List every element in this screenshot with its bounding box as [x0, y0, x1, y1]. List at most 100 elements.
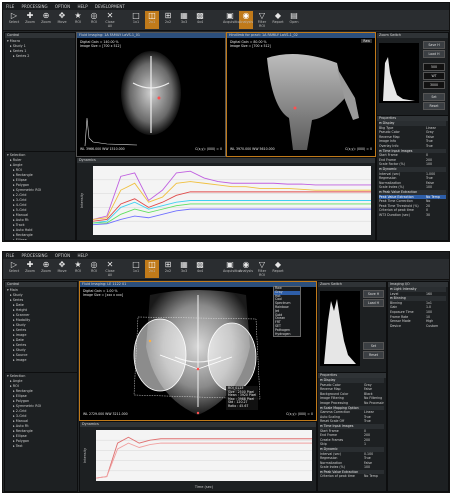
cursor-icon: ▷	[10, 260, 18, 269]
menu-option[interactable]: OPTION	[52, 253, 73, 258]
toolbar-button-grid-1x1[interactable]: □ 1x1	[129, 11, 143, 29]
grid-2x2-icon: ⊞	[164, 260, 172, 269]
y-axis-label: Intensity	[83, 448, 87, 463]
toolbar-button-crosshair[interactable]: ✚ Zoom	[23, 260, 37, 278]
toolbar-button-cursor[interactable]: ▷ Select	[7, 260, 21, 278]
toolbar-button-star[interactable]: ★ ROI	[71, 11, 85, 29]
toolbar-button-crosshair[interactable]: ✚ Zoom	[23, 11, 37, 29]
toolbar-button-filter[interactable]: ▽ Filter ROI	[255, 11, 269, 29]
min-field[interactable]: 500	[423, 63, 445, 71]
toolbar-button-close[interactable]: ✕ Close All	[103, 11, 117, 29]
toolbar-button-grid-2x1[interactable]: ◫ 2x1	[145, 11, 159, 29]
histogram	[379, 43, 419, 103]
property-row[interactable]: Device Custom	[390, 324, 446, 329]
toolbar-label: Select	[8, 20, 20, 24]
palette-option[interactable]: Hydrogen	[274, 332, 300, 337]
save-h-button[interactable]: Save H	[423, 41, 445, 49]
zoom-switch-panel: Zoom Switch Save H Load H Set Reset	[317, 281, 387, 373]
toolbar-button-megaphone[interactable]: ◆ Report	[271, 260, 285, 278]
toolbar: ▷ Select ✚ Zoom ⊕ Zoom ✥ Move ★ ROI ◎ ROI ✕ Close All…	[3, 259, 449, 280]
grid-3x3-icon: ▦	[180, 260, 188, 269]
property-row[interactable]: WT3 Duration (sec) 30	[379, 213, 446, 218]
grid-3x3-icon: ▦	[180, 11, 188, 20]
toolbar-label: ROI	[90, 269, 98, 273]
toolbar-button-camera[interactable]: ▣ Acquisition	[223, 260, 242, 278]
zoom-icon: ⊕	[42, 11, 50, 20]
toolbar-label: 2x2	[164, 20, 172, 24]
toolbar-button-analysis[interactable]: ◉ Analysis	[239, 260, 253, 278]
window-level: WL 2729.000 WW 3211.000	[83, 412, 128, 416]
toolbar-button-grid-3x3[interactable]: ▦ 3x3	[177, 260, 191, 278]
tree-item[interactable]: ▸ Image	[7, 358, 75, 363]
toolbar-label: 1x1	[132, 269, 140, 273]
toolbar-button-zoom[interactable]: ⊕ Zoom	[39, 11, 53, 29]
roi-stat: Ratio : 45.67	[228, 403, 249, 408]
panel-title: Zoom Switch	[318, 282, 386, 287]
toolbar-button-grid-4x4[interactable]: ▩ 4x4	[193, 260, 207, 278]
toolbar-button-cursor[interactable]: ▷ Select	[7, 11, 21, 29]
tree-item[interactable]: ▸ Series 2	[7, 54, 73, 59]
toolbar-button-grid-2x2[interactable]: ⊞ 2x2	[161, 11, 175, 29]
camera-icon: ▣	[226, 260, 234, 269]
toolbar-button-grid-2x1[interactable]: ◫ 2x1	[145, 260, 159, 278]
toolbar-label: Move	[57, 20, 67, 24]
toolbar-button-star[interactable]: ★ ROI	[71, 260, 85, 278]
toolbar-button-folder[interactable]: ▤ Open	[287, 11, 301, 29]
load-h-button[interactable]: Load H	[423, 50, 445, 58]
menu-processing[interactable]: PROCESSING	[19, 4, 51, 9]
menu-option[interactable]: OPTION	[52, 4, 73, 9]
toolbar-label: Zoom	[25, 20, 35, 24]
toolbar-button-grid-1x1[interactable]: □ 1x1	[129, 260, 143, 278]
image-viewer-1[interactable]: Fluid Imaging: 1A FAMILY LaVS-1_01 Digit…	[76, 32, 226, 157]
palette-dropdown[interactable]: Raw Gray Hot Cool Spectrum Rainbow Jet Gold Ocea…	[273, 286, 301, 338]
toolbar-button-filter[interactable]: ▽ Filter ROI	[255, 260, 269, 278]
cursor-coords: C(x,y): (000) = 0	[345, 147, 372, 151]
toolbar-button-analysis[interactable]: ◉ Analysis	[239, 11, 253, 29]
skull-image	[84, 51, 181, 147]
dynamics-chart[interactable]: Intensity Time (sec)	[80, 427, 316, 490]
toolbar-button-zoom[interactable]: ⊕ Zoom	[39, 260, 53, 278]
load-h-button[interactable]: Load H	[363, 299, 384, 307]
grid-4x4-icon: ▩	[196, 11, 204, 20]
property-row[interactable]: Criterion of peak time No Temp	[320, 474, 384, 479]
toolbar-label: 2x1	[148, 269, 156, 273]
set-button[interactable]: Set	[423, 93, 445, 101]
menu-help[interactable]: HELP	[74, 4, 90, 9]
tools-tree: ▾ Selection ▸ Ruler ▸ Angle ▸ ROI ▸ Rectangl…	[5, 152, 75, 240]
toolbar-label: 2x2	[164, 269, 172, 273]
toolbar-button-megaphone[interactable]: ◆ Report	[271, 11, 285, 29]
menu-development[interactable]: DEVELOPMENT	[92, 4, 128, 9]
toolbar-button-roi-circle[interactable]: ◎ ROI	[87, 260, 101, 278]
control-panel: Control ▾ Macro ▸ Study 1 ▸ Series 1 ▸ Seri…	[4, 32, 76, 152]
image-viewer-2[interactable]: Hindlimb for pract: 1A FAMILY LaVS-1_02 …	[226, 32, 376, 157]
toolbar-button-move[interactable]: ✥ Move	[55, 11, 69, 29]
toolbar-button-roi-circle[interactable]: ◎ ROI	[87, 11, 101, 29]
toolbar-label: 3x3	[180, 20, 188, 24]
toolbar-label: Close All	[105, 269, 115, 277]
save-h-button[interactable]: Save H	[363, 290, 384, 298]
tool-item[interactable]: ▸ Text	[7, 444, 75, 449]
toolbar-button-close[interactable]: ✕ Close All	[103, 260, 117, 278]
reset-button[interactable]: Reset	[423, 102, 445, 110]
max-field[interactable]: 3000	[423, 81, 445, 89]
property-key: Criterion of peak time	[320, 474, 355, 479]
wt-field[interactable]: WT	[423, 72, 445, 80]
crosshair-icon: ✚	[26, 260, 34, 269]
toolbar-button-grid-3x3[interactable]: ▦ 3x3	[177, 11, 191, 29]
menu-file[interactable]: FILE	[3, 4, 17, 9]
set-button[interactable]: Set	[363, 342, 384, 350]
toolbar-button-move[interactable]: ✥ Move	[55, 260, 69, 278]
toolbar-button-grid-2x2[interactable]: ⊞ 2x2	[161, 260, 175, 278]
tool-item[interactable]: ▸ Ellipse	[7, 238, 73, 240]
series-tree: ▾ Macro ▸ Study 1 ▸ Series 1 ▸ Series 2	[5, 38, 75, 60]
menu-help[interactable]: HELP	[74, 253, 90, 258]
dynamics-chart[interactable]: Intensity	[77, 163, 375, 239]
toolbar-label: Close All	[105, 20, 115, 28]
toolbar-button-grid-4x4[interactable]: ▩ 4x4	[193, 11, 207, 29]
menu-file[interactable]: FILE	[3, 253, 17, 258]
menu-processing[interactable]: PROCESSING	[19, 253, 51, 258]
imaging-list: ⊟ Light Intensity Level 160 ⊟ Binning Binnin…	[388, 287, 448, 328]
reset-button[interactable]: Reset	[363, 351, 384, 359]
grid-2x2-icon: ⊞	[164, 11, 172, 20]
toolbar-button-camera[interactable]: ▣ Acquisition	[223, 11, 242, 29]
